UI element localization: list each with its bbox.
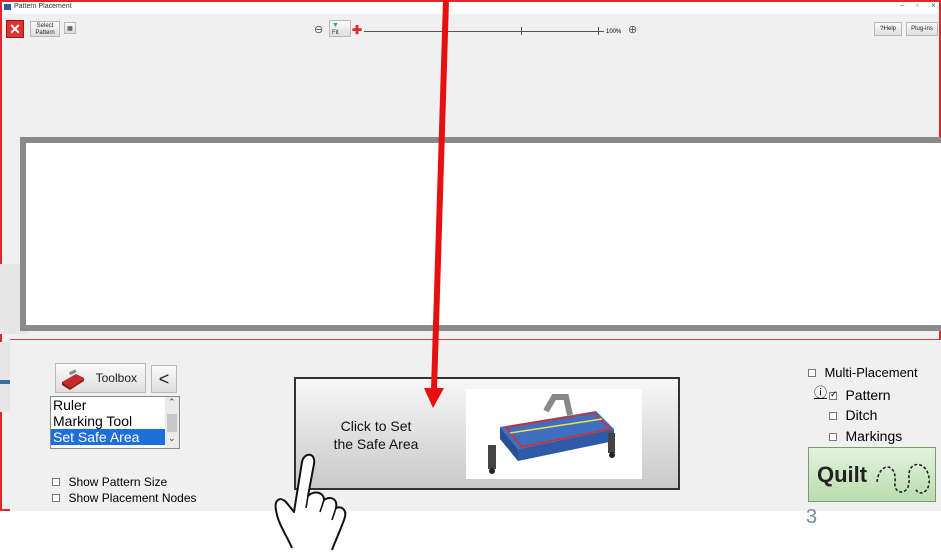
close-icon: ✕ [9, 21, 21, 37]
quilt-label: Quilt [817, 462, 868, 487]
pattern-checkbox[interactable] [829, 389, 838, 400]
close-window-icon[interactable]: × [931, 1, 936, 10]
cancel-button[interactable]: ✕ [6, 20, 24, 38]
zoom-tick [521, 27, 522, 35]
show-placement-nodes-option[interactable]: Show Placement Nodes [52, 489, 197, 507]
page-number: 3 [806, 506, 818, 528]
show-pattern-size-label: Show Pattern Size [68, 475, 168, 489]
set-safe-area-button[interactable]: Click to Set the Safe Area [294, 377, 680, 490]
plugins-button[interactable]: Plug-ins [906, 22, 938, 36]
tool-list[interactable]: Ruler Marking Tool Set Safe Area ⌃ ⌄ [50, 396, 180, 449]
scroll-thumb[interactable] [167, 414, 177, 432]
show-pattern-size-checkbox[interactable] [52, 477, 60, 486]
quilt-canvas[interactable] [26, 143, 941, 325]
list-item[interactable]: Marking Tool [51, 413, 179, 429]
scroll-up-icon[interactable]: ⌃ [168, 397, 176, 408]
window-title: Pattern Placement [14, 3, 72, 10]
toolbar: ✕ Select Pattern ▦ ⊖ ▼ Fit ✚ 100% ⊕ ?Hel… [2, 14, 939, 42]
set-safe-area-line1: Click to Set [340, 418, 412, 434]
minimize-icon[interactable]: – [900, 1, 904, 10]
ditch-checkbox[interactable] [829, 411, 837, 420]
toolbox-button[interactable]: Toolbox [55, 363, 146, 393]
background-panel-lower [0, 342, 10, 412]
plugins-label: Plug-ins [911, 26, 933, 32]
multi-placement-checkbox[interactable] [808, 368, 816, 377]
zoom-out-icon[interactable]: ⊖ [314, 23, 323, 36]
show-placement-nodes-checkbox[interactable] [52, 493, 60, 502]
scroll-down-icon[interactable]: ⌄ [168, 433, 176, 444]
crosshair-icon: ✚ [352, 23, 363, 37]
toolbox-icon [60, 368, 86, 390]
help-label: Help [883, 26, 896, 32]
zoom-tick [598, 27, 599, 35]
markings-label: Markings [845, 428, 903, 444]
zoom-slider-track[interactable] [364, 31, 604, 32]
toolbox-label: Toolbox [95, 371, 137, 385]
quilt-button[interactable]: Quilt [808, 447, 936, 502]
zoom-tick [442, 27, 443, 35]
grid-button[interactable]: ▦ [64, 22, 76, 34]
list-item-selected[interactable]: Set Safe Area [51, 429, 165, 445]
title-bar: Pattern Placement – ▫ × [2, 1, 939, 14]
markings-option[interactable]: Markings [829, 428, 902, 446]
grid-icon: ▦ [67, 26, 73, 32]
fit-marker-icon: ▼ [332, 22, 339, 29]
pattern-label: Pattern [845, 387, 891, 403]
select-pattern-label: Select Pattern [35, 23, 55, 36]
list-item[interactable]: Ruler [51, 397, 179, 413]
app-icon [4, 4, 11, 10]
hand-pointer-icon [268, 440, 350, 552]
zoom-in-icon[interactable]: ⊕ [628, 23, 637, 36]
ditch-option[interactable]: Ditch [829, 407, 877, 425]
zoom-max-label: 100% [606, 29, 622, 35]
multi-placement-label: Multi-Placement [824, 365, 918, 380]
collapse-label: < [158, 369, 170, 389]
stitch-path-icon [875, 452, 935, 505]
quilting-frame-image [466, 389, 642, 479]
ditch-label: Ditch [845, 407, 878, 423]
markings-checkbox[interactable] [829, 432, 837, 441]
select-pattern-button[interactable]: Select Pattern [30, 21, 60, 37]
collapse-toolbox-button[interactable]: < [151, 365, 177, 393]
help-button[interactable]: ?Help [874, 22, 902, 36]
fit-label: Fit [332, 30, 339, 36]
info-icon[interactable]: ⓘ [814, 385, 827, 400]
list-scrollbar[interactable]: ⌃ ⌄ [165, 397, 179, 448]
maximize-icon[interactable]: ▫ [916, 1, 919, 10]
pattern-option[interactable]: Pattern [829, 387, 891, 405]
fit-button[interactable]: ▼ Fit [329, 20, 351, 37]
show-placement-nodes-label: Show Placement Nodes [68, 491, 197, 505]
